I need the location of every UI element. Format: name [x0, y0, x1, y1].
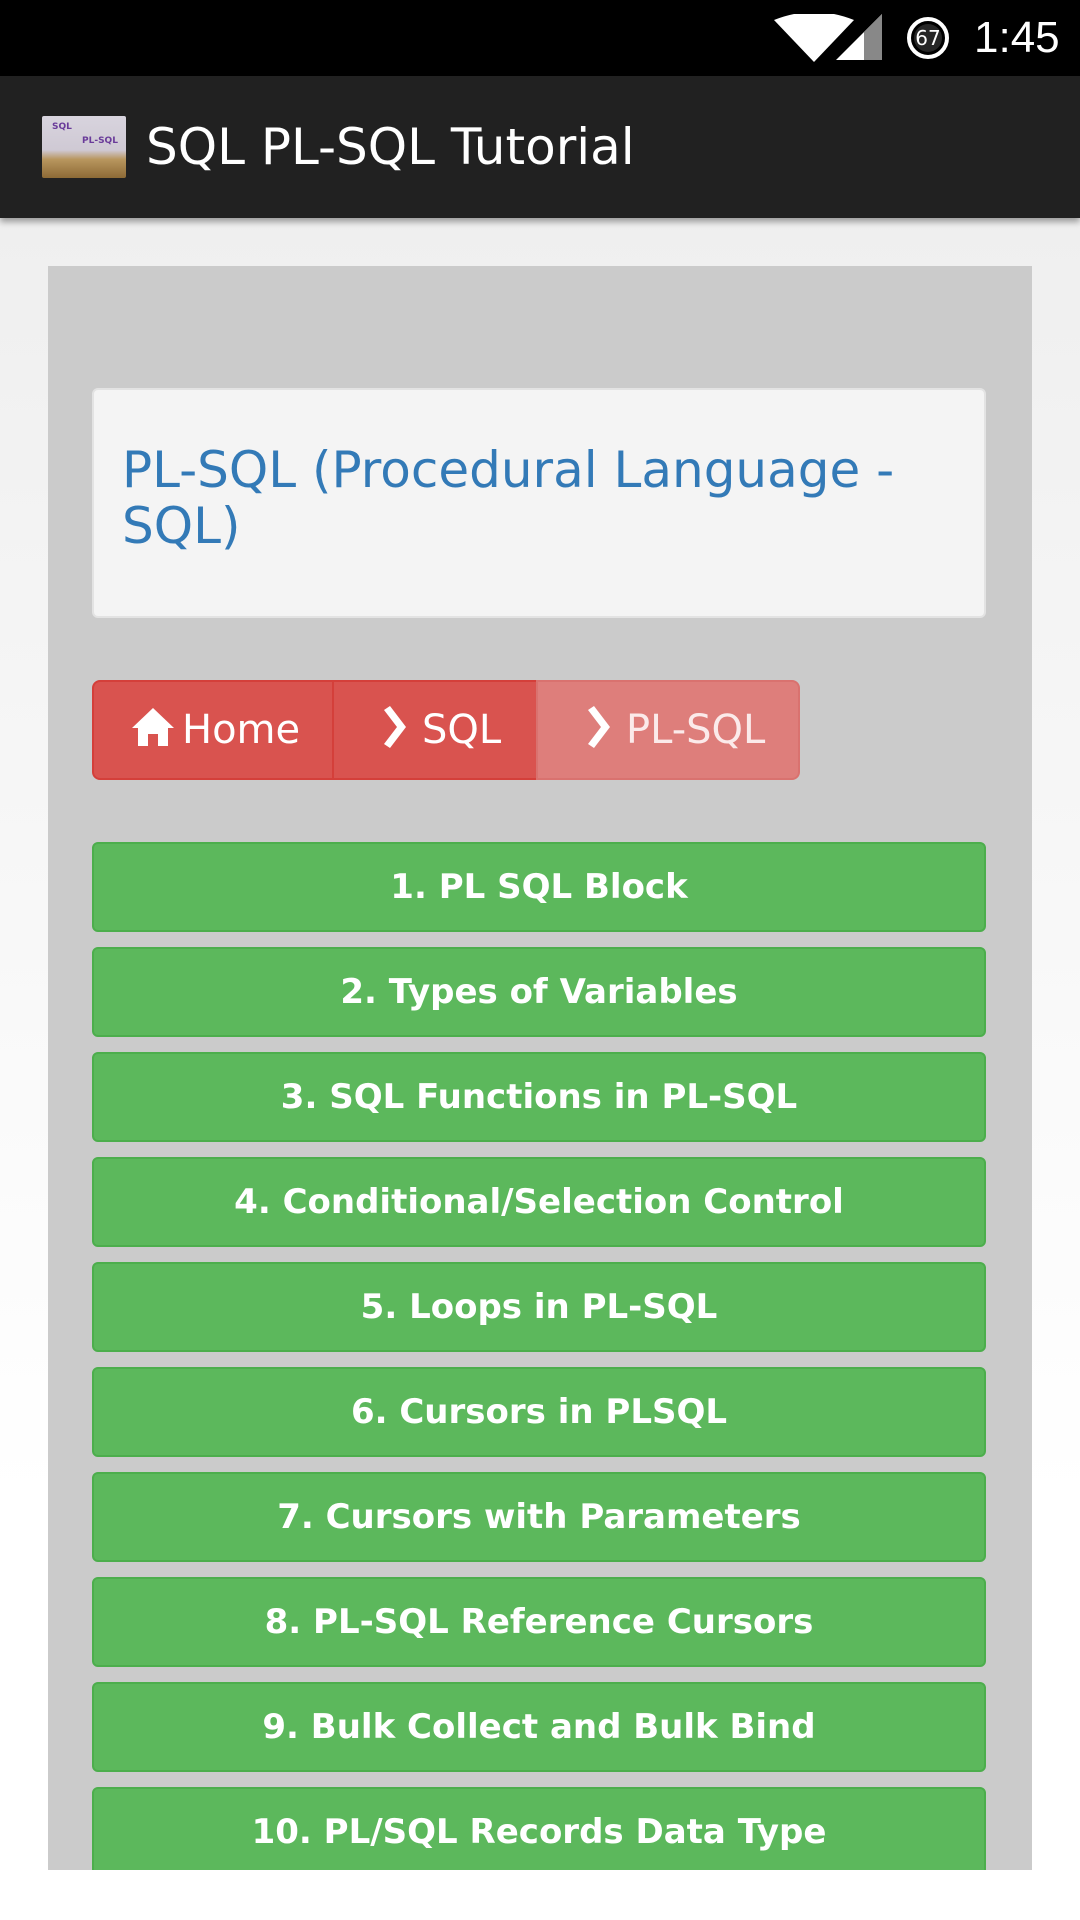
lesson-button[interactable]: 5. Loops in PL-SQL	[92, 1262, 986, 1352]
cell-signal-icon	[836, 14, 882, 60]
app-title: SQL PL-SQL Tutorial	[146, 118, 635, 176]
lesson-button[interactable]: 9. Bulk Collect and Bulk Bind	[92, 1682, 986, 1772]
lesson-button[interactable]: 2. Types of Variables	[92, 947, 986, 1037]
lesson-button[interactable]: 4. Conditional/Selection Control	[92, 1157, 986, 1247]
breadcrumb-sql[interactable]: SQL	[332, 680, 538, 780]
home-icon	[132, 708, 174, 746]
status-bar: 67 1:45	[0, 0, 1080, 76]
battery-level: 67	[915, 26, 941, 50]
lesson-button[interactable]: 1. PL SQL Block	[92, 842, 986, 932]
lesson-button[interactable]: 8. PL-SQL Reference Cursors	[92, 1577, 986, 1667]
breadcrumb-label: PL-SQL	[626, 707, 766, 753]
breadcrumb-home[interactable]: Home	[92, 680, 334, 780]
lesson-button[interactable]: 6. Cursors in PLSQL	[92, 1367, 986, 1457]
breadcrumb-label: SQL	[422, 707, 502, 753]
logo-text-plsql: PL-SQL	[82, 136, 118, 146]
lesson-button[interactable]: 7. Cursors with Parameters	[92, 1472, 986, 1562]
logo-text-sql: SQL	[52, 122, 72, 132]
chevron-right-icon	[588, 706, 610, 748]
lesson-button[interactable]: 3. SQL Functions in PL-SQL	[92, 1052, 986, 1142]
clock: 1:45	[974, 13, 1060, 62]
breadcrumb-label: Home	[182, 707, 301, 753]
app-bar: SQL PL-SQL SQL PL-SQL Tutorial	[0, 76, 1080, 218]
chevron-right-icon	[384, 706, 406, 748]
lesson-button[interactable]: 10. PL/SQL Records Data Type	[92, 1787, 986, 1870]
page-title: PL-SQL (Procedural Language - SQL)	[122, 441, 895, 555]
app-logo[interactable]: SQL PL-SQL	[42, 116, 126, 178]
content-panel: PL-SQL (Procedural Language - SQL) Home …	[48, 266, 1032, 1870]
breadcrumb-plsql[interactable]: PL-SQL	[536, 680, 800, 780]
heading-card: PL-SQL (Procedural Language - SQL)	[92, 388, 986, 618]
